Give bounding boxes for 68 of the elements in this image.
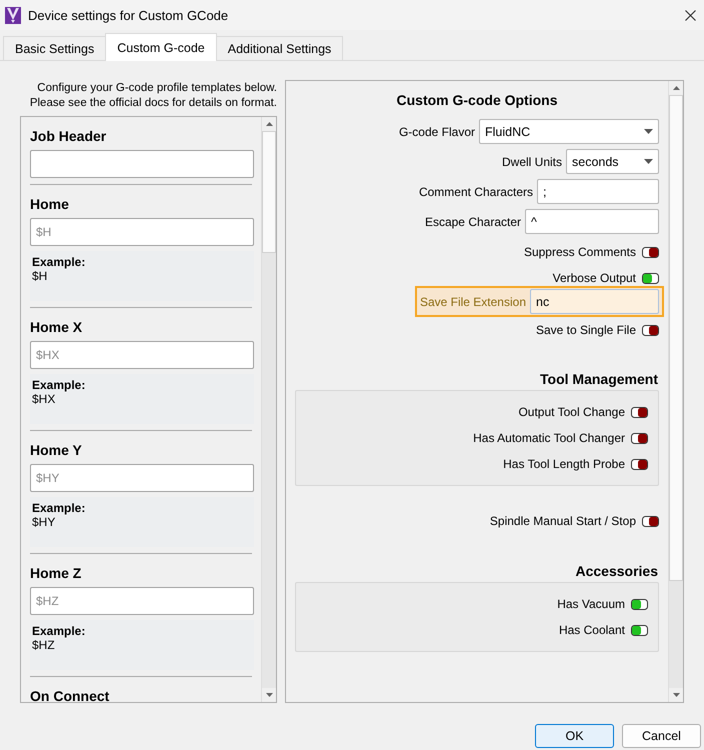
example-value: $H	[32, 269, 48, 283]
text-field[interactable]: ;	[537, 179, 659, 204]
section-heading: Accessories	[574, 562, 659, 580]
text-field[interactable]: nc	[530, 289, 659, 314]
field-label: Escape Character	[424, 214, 521, 228]
example-value: $HX	[32, 392, 56, 406]
toggle-switch[interactable]	[631, 458, 648, 470]
field-label: Dwell Units	[502, 154, 562, 168]
template-title: Job Header	[30, 127, 108, 145]
section-heading: Tool Management	[539, 370, 659, 388]
toggle-label: Has Coolant	[558, 623, 625, 637]
scroll-up-icon[interactable]	[669, 81, 683, 95]
toggle-switch[interactable]	[631, 624, 648, 636]
toggle-switch[interactable]	[642, 324, 659, 336]
toggle-switch[interactable]	[631, 432, 648, 444]
toggle-switch[interactable]	[631, 406, 648, 418]
app-logo-icon	[5, 6, 21, 24]
example-label: Example:	[32, 378, 86, 392]
toggle-switch[interactable]	[642, 516, 659, 526]
template-title: On Connect	[30, 687, 110, 702]
intro-text: Configure your G-code profile templates below.	[36, 81, 277, 96]
tab[interactable]: Custom G-code	[105, 33, 217, 61]
toggle-label: Save to Single File	[536, 323, 636, 337]
tab[interactable]: Basic Settings	[3, 36, 106, 60]
example-value: $HY	[32, 515, 56, 529]
toggle-label: Has Tool Length Probe	[503, 457, 625, 471]
scroll-up-icon[interactable]	[262, 117, 276, 131]
template-title: Home Y	[30, 441, 83, 459]
close-icon[interactable]	[685, 10, 696, 20]
example-label: Example:	[32, 624, 86, 638]
toggle-switch[interactable]	[642, 246, 659, 258]
template-title: Home X	[30, 318, 84, 336]
template-title: Home	[30, 195, 70, 213]
dialog-button[interactable]: OK	[535, 724, 614, 748]
template-field[interactable]	[30, 150, 254, 178]
toggle-switch[interactable]	[631, 598, 648, 610]
window-title: Device settings for Custom GCode	[28, 8, 230, 22]
toggle-label: Has Automatic Tool Changer	[473, 431, 625, 445]
template-field[interactable]: $HZ	[30, 587, 254, 615]
toggle-label: Suppress Comments	[524, 245, 636, 259]
dropdown[interactable]: FluidNC	[479, 119, 659, 144]
field-label: Comment Characters	[418, 184, 533, 198]
toggle-label: Has Vacuum	[557, 597, 625, 611]
intro-text: Please see the official docs for details on format.	[28, 96, 277, 111]
template-field[interactable]: $HX	[30, 341, 254, 369]
scrollbar-thumb[interactable]	[262, 131, 276, 253]
template-title: Home Z	[30, 564, 82, 582]
field-label: Save File Extension	[420, 294, 526, 308]
scrollbar-thumb[interactable]	[669, 95, 683, 581]
dropdown[interactable]: seconds	[566, 149, 659, 174]
text-field[interactable]: ^	[525, 209, 659, 234]
caret-icon	[644, 129, 653, 134]
toggle-switch[interactable]	[642, 272, 659, 284]
options-heading: Custom G-code Options	[396, 91, 558, 110]
example-value: $HZ	[32, 638, 56, 652]
toggle-label: Output Tool Change	[518, 405, 625, 419]
caret-icon	[644, 159, 653, 164]
template-field[interactable]: $HY	[30, 464, 254, 492]
dialog-button[interactable]: Cancel	[622, 724, 701, 748]
example-label: Example:	[32, 255, 86, 269]
scroll-down-icon[interactable]	[262, 688, 276, 702]
toggle-label: Verbose Output	[552, 271, 636, 285]
example-label: Example:	[32, 501, 86, 515]
tab[interactable]: Additional Settings	[216, 36, 344, 60]
template-field[interactable]: $H	[30, 218, 254, 246]
scroll-down-icon[interactable]	[669, 688, 683, 702]
field-label: G-code Flavor	[398, 124, 475, 138]
toggle-label: Spindle Manual Start / Stop	[490, 514, 636, 528]
